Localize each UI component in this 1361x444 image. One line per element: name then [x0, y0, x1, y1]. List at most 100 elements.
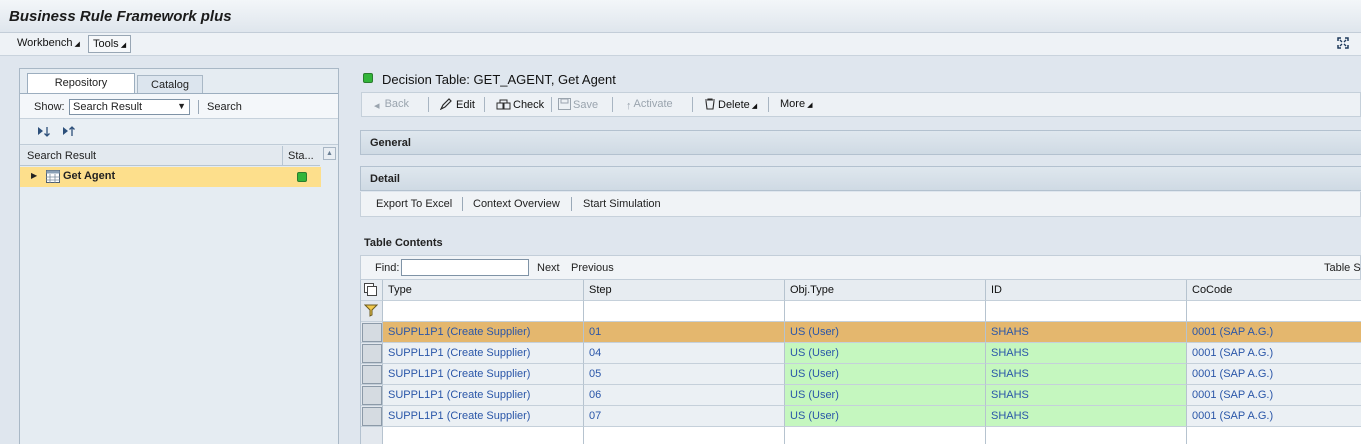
table-row[interactable]: SUPPL1P1 (Create Supplier) 07 US (User) … — [361, 406, 1361, 427]
table-header-row: Type Step Obj.Type ID CoCode — [361, 280, 1361, 301]
collapse-all-icon[interactable] — [61, 125, 77, 139]
cell-obj-type[interactable]: US (User) — [785, 406, 986, 427]
context-overview-link[interactable]: Context Overview — [473, 198, 560, 210]
dropdown-triangle-icon: ◢ — [751, 103, 758, 110]
cell-id[interactable]: SHAHS — [986, 322, 1187, 343]
start-simulation-link[interactable]: Start Simulation — [583, 198, 661, 210]
cell-cocode[interactable]: 0001 (SAP A.G.) — [1187, 343, 1361, 364]
expand-arrow-icon[interactable]: ▶ — [31, 171, 37, 180]
cell-type[interactable]: SUPPL1P1 (Create Supplier) — [383, 343, 584, 364]
cell-cocode[interactable]: 0001 (SAP A.G.) — [1187, 364, 1361, 385]
chevron-down-icon: ▼ — [177, 101, 186, 111]
empty-cell — [1187, 427, 1361, 444]
general-section-header[interactable]: General — [360, 130, 1361, 155]
filter-input[interactable] — [584, 301, 785, 322]
cell-obj-type[interactable]: US (User) — [785, 343, 986, 364]
export-to-excel-link[interactable]: Export To Excel — [376, 198, 452, 210]
divider — [692, 97, 693, 112]
select-all-cell[interactable] — [361, 280, 383, 301]
more-button[interactable]: More ◢ — [780, 98, 812, 110]
row-selector[interactable] — [361, 343, 383, 364]
menu-workbench-label: Workbench — [17, 37, 73, 49]
activate-button[interactable]: ↑ Activate — [626, 98, 673, 112]
cell-id[interactable]: SHAHS — [986, 385, 1187, 406]
cell-type[interactable]: SUPPL1P1 (Create Supplier) — [383, 364, 584, 385]
cell-step[interactable]: 04 — [584, 343, 785, 364]
cell-obj-type[interactable]: US (User) — [785, 322, 986, 343]
back-button[interactable]: ◂ Back — [374, 98, 409, 112]
tab-catalog[interactable]: Catalog — [137, 75, 203, 94]
activate-icon: ↑ — [626, 100, 632, 112]
row-selector[interactable] — [361, 322, 383, 343]
edit-button[interactable]: Edit — [440, 98, 475, 111]
row-select-button[interactable] — [362, 386, 382, 405]
fullscreen-icon[interactable] — [1337, 37, 1349, 49]
more-label: More — [780, 98, 806, 110]
cell-cocode[interactable]: 0001 (SAP A.G.) — [1187, 385, 1361, 406]
table-settings-link[interactable]: Table Settings — [1324, 262, 1361, 274]
cell-type[interactable]: SUPPL1P1 (Create Supplier) — [383, 385, 584, 406]
filter-input[interactable] — [1187, 301, 1361, 322]
tree-row-get-agent[interactable]: ▶ Get Agent — [20, 167, 321, 187]
cell-obj-type[interactable]: US (User) — [785, 364, 986, 385]
cell-obj-type[interactable]: US (User) — [785, 385, 986, 406]
cell-step[interactable]: 06 — [584, 385, 785, 406]
filter-icon[interactable] — [363, 304, 379, 317]
table-row[interactable]: SUPPL1P1 (Create Supplier) 06 US (User) … — [361, 385, 1361, 406]
column-status[interactable]: Sta... — [282, 146, 320, 165]
divider — [484, 97, 485, 112]
find-input[interactable] — [401, 259, 529, 276]
check-button[interactable]: Check — [496, 98, 544, 111]
detail-section-header[interactable]: Detail — [360, 166, 1361, 191]
column-search-result[interactable]: Search Result — [27, 150, 96, 162]
column-header-obj-type[interactable]: Obj.Type — [785, 280, 986, 301]
table-row[interactable]: SUPPL1P1 (Create Supplier) 01 US (User) … — [361, 322, 1361, 343]
filter-input[interactable] — [986, 301, 1187, 322]
object-title: Decision Table: GET_AGENT, Get Agent — [382, 72, 616, 87]
row-select-button[interactable] — [362, 344, 382, 363]
cell-step[interactable]: 01 — [584, 322, 785, 343]
row-select-button[interactable] — [362, 365, 382, 384]
expand-all-icon[interactable] — [36, 125, 52, 139]
cell-id[interactable]: SHAHS — [986, 343, 1187, 364]
row-selector[interactable] — [361, 364, 383, 385]
menu-workbench[interactable]: Workbench ◢ — [13, 35, 84, 53]
row-select-button[interactable] — [362, 323, 382, 342]
save-label: Save — [573, 99, 599, 111]
cell-step[interactable]: 05 — [584, 364, 785, 385]
cell-id[interactable]: SHAHS — [986, 364, 1187, 385]
select-all-icon[interactable] — [364, 283, 378, 296]
cell-type[interactable]: SUPPL1P1 (Create Supplier) — [383, 322, 584, 343]
next-link[interactable]: Next — [537, 262, 560, 274]
tree-empty-area — [20, 187, 338, 444]
filter-input[interactable] — [383, 301, 584, 322]
filter-input[interactable] — [785, 301, 986, 322]
tab-repository[interactable]: Repository — [27, 73, 135, 94]
column-header-id[interactable]: ID — [986, 280, 1187, 301]
show-select[interactable]: Search Result ▼ — [69, 99, 190, 115]
row-selector[interactable] — [361, 385, 383, 406]
tree-row-label: Get Agent — [63, 170, 116, 182]
row-select-button[interactable] — [362, 407, 382, 426]
cell-step[interactable]: 07 — [584, 406, 785, 427]
column-header-type[interactable]: Type — [383, 280, 584, 301]
column-header-step[interactable]: Step — [584, 280, 785, 301]
cell-cocode[interactable]: 0001 (SAP A.G.) — [1187, 322, 1361, 343]
delete-button[interactable]: Delete ◢ — [704, 98, 757, 111]
save-button[interactable]: Save — [558, 98, 598, 111]
cell-cocode[interactable]: 0001 (SAP A.G.) — [1187, 406, 1361, 427]
column-header-cocode[interactable]: CoCode — [1187, 280, 1361, 301]
table-row[interactable]: SUPPL1P1 (Create Supplier) 04 US (User) … — [361, 343, 1361, 364]
previous-link[interactable]: Previous — [571, 262, 614, 274]
filter-cell[interactable] — [361, 301, 383, 322]
edit-label: Edit — [456, 99, 475, 111]
cell-type[interactable]: SUPPL1P1 (Create Supplier) — [383, 406, 584, 427]
row-selector[interactable] — [361, 406, 383, 427]
table-row[interactable]: SUPPL1P1 (Create Supplier) 05 US (User) … — [361, 364, 1361, 385]
show-select-value: Search Result — [73, 101, 143, 113]
scroll-up-icon[interactable]: ▲ — [323, 147, 336, 160]
dropdown-triangle-icon: ◢ — [807, 102, 813, 109]
cell-id[interactable]: SHAHS — [986, 406, 1187, 427]
search-link[interactable]: Search — [207, 101, 242, 113]
menu-tools[interactable]: Tools ◢ — [88, 35, 132, 53]
